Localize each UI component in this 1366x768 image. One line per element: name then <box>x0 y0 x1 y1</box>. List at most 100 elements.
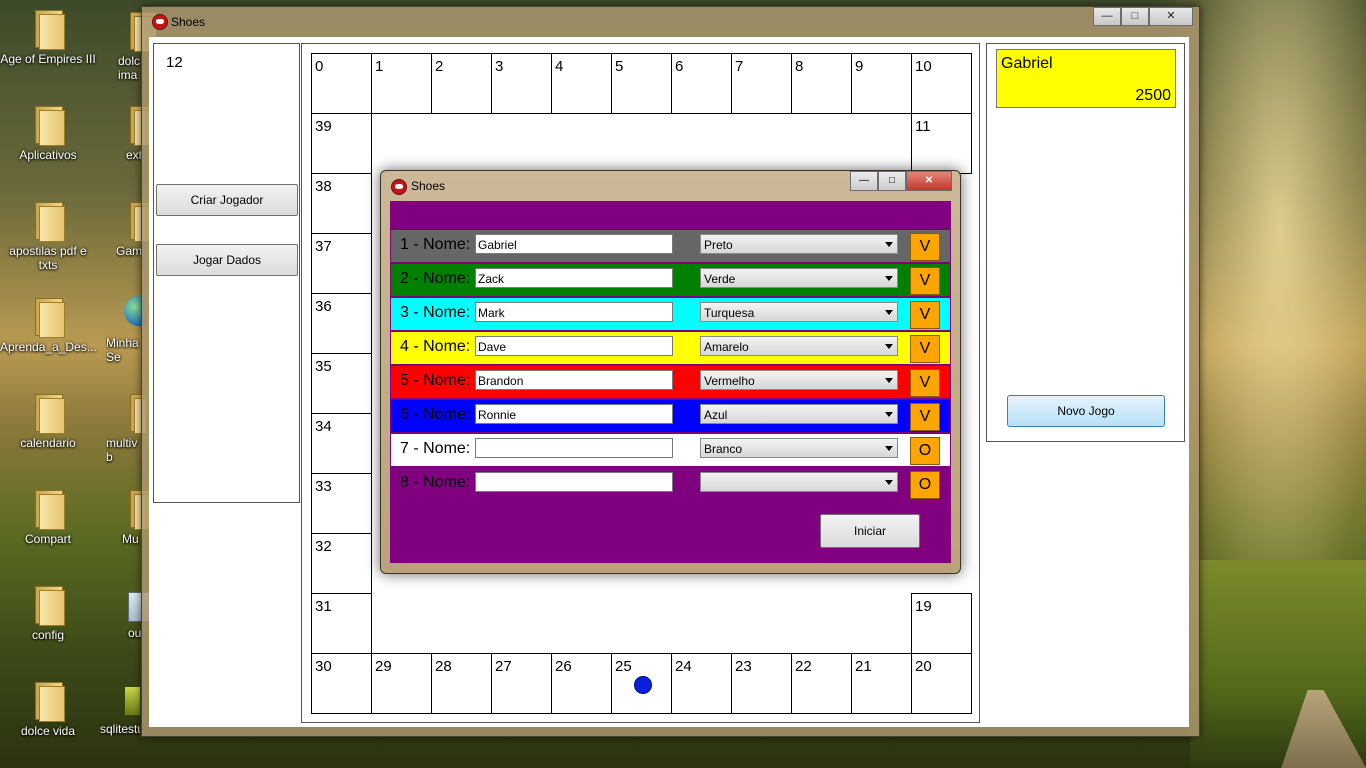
player-status-button[interactable]: V <box>910 335 940 363</box>
board-cell-number: 10 <box>915 58 932 75</box>
player-row-label: 4 - Nome: <box>400 338 471 355</box>
folder-icon <box>33 8 65 50</box>
desktop-icon-config[interactable]: config <box>0 584 96 642</box>
desktop-icon-dolce-vida[interactable]: dolce vida <box>0 680 96 738</box>
player-status-button[interactable]: V <box>910 267 940 295</box>
board-cell-number: 11 <box>915 118 931 135</box>
player-row-label: 5 - Nome: <box>400 372 471 389</box>
board-cell: 34 <box>311 413 372 474</box>
player-setup-dialog: Shoes — □ ✕ Iniciar 1 - Nome: Gabriel Pret… <box>380 170 961 574</box>
player-color-select[interactable] <box>700 472 898 492</box>
player-name-input[interactable]: Gabriel <box>475 234 673 254</box>
board-cell-number: 6 <box>675 58 684 75</box>
player-row: 6 - Nome: Ronnie Azul V <box>391 399 950 432</box>
player-row-label: 3 - Nome: <box>400 304 471 321</box>
player-color-value: Vermelho <box>704 374 755 388</box>
close-button[interactable]: ✕ <box>1149 7 1193 26</box>
player-color-select[interactable]: Vermelho <box>700 370 898 390</box>
board-cell-number: 23 <box>735 658 752 675</box>
dialog-close-button[interactable]: ✕ <box>906 171 952 191</box>
player-status-button[interactable]: V <box>910 369 940 397</box>
board-cell-number: 4 <box>555 58 564 75</box>
player-color-select[interactable]: Turquesa <box>700 302 898 322</box>
desktop-icon-apostilas[interactable]: apostilas pdf e txts <box>0 200 96 272</box>
player-status-button[interactable]: V <box>910 301 940 329</box>
player-name-input[interactable]: Dave <box>475 336 673 356</box>
window-controls: — □ ✕ <box>1093 7 1193 26</box>
player-name-input[interactable]: Brandon <box>475 370 673 390</box>
board-cell-number: 7 <box>735 58 744 75</box>
board-cell-number: 3 <box>495 58 504 75</box>
board-cell: 5 <box>611 53 672 114</box>
desktop-icon-partial[interactable]: sqlitestu <box>100 680 140 736</box>
desktop-icon-label: Minha Se <box>106 336 139 364</box>
create-player-button[interactable]: Criar Jogador <box>156 184 298 216</box>
player-row: 5 - Nome: Brandon Vermelho V <box>391 365 950 398</box>
player-status-button[interactable]: V <box>910 233 940 261</box>
desktop-icon-partial[interactable]: multiv b <box>106 392 146 464</box>
desktop-icon-calendario[interactable]: calendario <box>0 392 96 450</box>
player-status-button[interactable]: O <box>910 437 940 465</box>
desktop-icon-compart[interactable]: Compart <box>0 488 96 546</box>
board-cell: 11 <box>911 113 972 174</box>
desktop-icon-partial[interactable]: Minha Se <box>106 296 146 364</box>
desktop-icon-aprenda[interactable]: Aprenda_a_Des... <box>0 296 97 354</box>
board-cell-number: 1 <box>375 58 384 75</box>
board-cell: 24 <box>671 653 732 714</box>
player-row: 1 - Nome: Gabriel Preto V <box>391 229 950 262</box>
player-name-input[interactable]: Zack <box>475 268 673 288</box>
player-color-select[interactable]: Branco <box>700 438 898 458</box>
player-color-select[interactable]: Azul <box>700 404 898 424</box>
player-row: 4 - Nome: Dave Amarelo V <box>391 331 950 364</box>
app-logo-icon <box>391 179 407 195</box>
desktop-icon-aplicativos[interactable]: Aplicativos <box>0 104 96 162</box>
maximize-button[interactable]: □ <box>1121 7 1149 26</box>
board-cell-number: 25 <box>615 658 632 675</box>
board-cell: 38 <box>311 173 372 234</box>
player-color-select[interactable]: Verde <box>700 268 898 288</box>
player-money: 2500 <box>1135 87 1171 104</box>
board-cell: 9 <box>851 53 912 114</box>
player-name-input[interactable] <box>475 472 673 492</box>
board-cell-number: 22 <box>795 658 812 675</box>
dialog-maximize-button[interactable]: □ <box>878 171 906 191</box>
player-color-select[interactable]: Preto <box>700 234 898 254</box>
board-cell-number: 9 <box>855 58 864 75</box>
dialog-body: Iniciar 1 - Nome: Gabriel Preto V 2 - Nome: Z… <box>390 201 951 563</box>
player-name-input[interactable]: Ronnie <box>475 404 673 424</box>
desktop-icon-label: sqlitestu <box>100 722 140 736</box>
desktop-icon-age-of-empires[interactable]: Age of Empires III <box>0 8 96 66</box>
board-cell-number: 35 <box>315 358 332 375</box>
board-cell-number: 34 <box>315 418 332 435</box>
board-cell: 27 <box>491 653 552 714</box>
chevron-down-icon <box>885 242 893 247</box>
roll-dice-button[interactable]: Jogar Dados <box>156 244 298 276</box>
player-status-button[interactable]: O <box>910 471 940 499</box>
dialog-minimize-button[interactable]: — <box>850 171 878 191</box>
player-row: 2 - Nome: Zack Verde V <box>391 263 950 296</box>
start-button[interactable]: Iniciar <box>820 514 920 548</box>
folder-icon <box>33 584 65 626</box>
dialog-title: Shoes <box>411 179 446 193</box>
board-cell-number: 28 <box>435 658 452 675</box>
player-card: Gabriel 2500 <box>996 49 1176 108</box>
board-cell: 26 <box>551 653 612 714</box>
desktop-icon-label: Age of Empires III <box>0 52 96 66</box>
app-logo-icon <box>152 14 168 30</box>
dialog-controls: — □ ✕ <box>850 171 952 191</box>
player-name-input[interactable]: Mark <box>475 302 673 322</box>
player-color-select[interactable]: Amarelo <box>700 336 898 356</box>
player-name-input[interactable] <box>475 438 673 458</box>
desktop-icon-label: Aplicativos <box>19 148 77 162</box>
minimize-button[interactable]: — <box>1093 7 1121 26</box>
database-icon <box>124 686 140 716</box>
player-row-label: 2 - Nome: <box>400 270 471 287</box>
chevron-down-icon <box>885 276 893 281</box>
board-cell-number: 38 <box>315 178 332 195</box>
player-status-button[interactable]: V <box>910 403 940 431</box>
board-cell: 4 <box>551 53 612 114</box>
player-row-label: 8 - Nome: <box>400 474 471 491</box>
board-cell: 2 <box>431 53 492 114</box>
desktop-icon-label: Aprenda_a_Des... <box>0 340 97 354</box>
new-game-button[interactable]: Novo Jogo <box>1007 395 1165 427</box>
